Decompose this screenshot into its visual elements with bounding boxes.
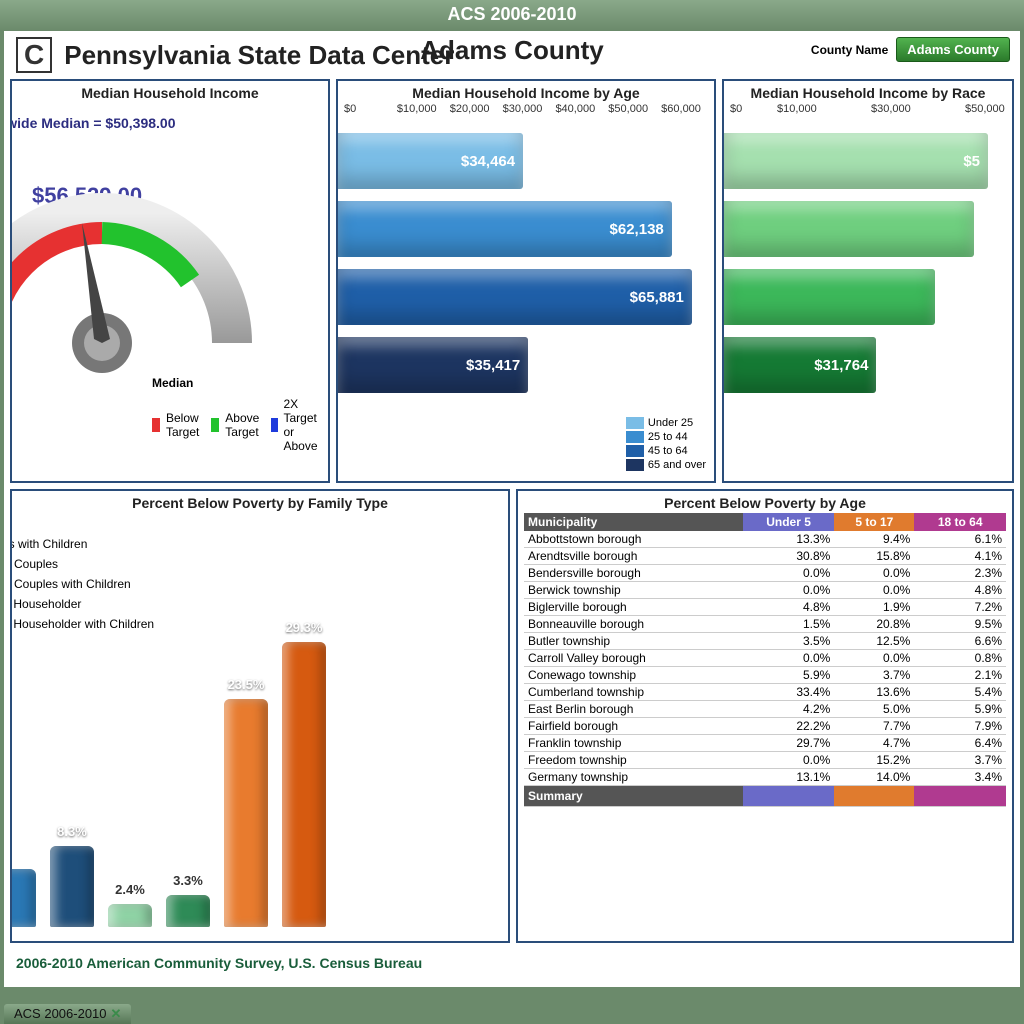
bottom-row: Percent Below Poverty by Family Type Fam… xyxy=(4,489,1020,949)
table-row[interactable]: Berwick township0.0%0.0%4.8% xyxy=(524,582,1006,599)
age-bar-panel: Median Household Income by Age $0$10,000… xyxy=(336,79,716,483)
table-row[interactable]: Freedom township0.0%15.2%3.7% xyxy=(524,752,1006,769)
hbar: $62,138 xyxy=(338,201,672,257)
family-bar-area: 8.3% 2.4% 3.3% 23.5% 29.3% xyxy=(10,567,498,927)
table-row[interactable]: East Berlin borough4.2%5.0%5.9% xyxy=(524,701,1006,718)
hbar-row: $35,417 xyxy=(338,337,714,399)
table-row[interactable]: Franklin township29.7%4.7%6.4% xyxy=(524,735,1006,752)
footer-source: 2006-2010 American Community Survey, U.S… xyxy=(4,949,1020,977)
vbar-label: 2.4% xyxy=(115,882,145,897)
table-row[interactable]: Carroll Valley borough0.0%0.0%0.8% xyxy=(524,650,1006,667)
table-row[interactable]: Cumberland township33.4%13.6%5.4% xyxy=(524,684,1006,701)
race-axis-ticks: $0$10,000$30,000$50,000 xyxy=(724,103,1012,121)
summary-row: Summary xyxy=(524,786,1006,807)
vbar-label: 29.3% xyxy=(286,620,323,635)
hbar: $35,417 xyxy=(338,337,528,393)
hbar-row xyxy=(724,269,1012,331)
table-header[interactable]: 18 to 64 xyxy=(914,513,1006,531)
county-select-button[interactable]: Adams County xyxy=(896,37,1010,62)
race-bar-title: Median Household Income by Race xyxy=(724,81,1012,103)
state-median-label: Statewide Median = $50,398.00 xyxy=(10,115,176,131)
hbar-row: $31,764 xyxy=(724,337,1012,399)
hbar-row: $65,881 xyxy=(338,269,714,331)
hbar-row: $62,138 xyxy=(338,201,714,263)
age-legend-item: Under 25 xyxy=(626,417,706,429)
race-bar-panel: Median Household Income by Race $0$10,00… xyxy=(722,79,1014,483)
hbar: $34,464 xyxy=(338,133,523,189)
table-row[interactable]: Arendtsville borough30.8%15.8%4.1% xyxy=(524,548,1006,565)
age-legend-item: 25 to 44 xyxy=(626,431,706,443)
age-legend-item: 45 to 64 xyxy=(626,445,706,457)
dashboard-frame: C Pennsylvania State Data Center Adams C… xyxy=(4,31,1020,987)
table-row[interactable]: Conewago township5.9%3.7%2.1% xyxy=(524,667,1006,684)
table-header[interactable]: Under 5 xyxy=(743,513,835,531)
table-row[interactable]: Bendersville borough0.0%0.0%2.3% xyxy=(524,565,1006,582)
table-row[interactable]: Abbottstown borough13.3%9.4%6.1% xyxy=(524,531,1006,548)
gauge-panel: Median Household Income Statewide Median… xyxy=(10,79,330,483)
vbar: 29.3% xyxy=(282,642,326,927)
hbar: $5 xyxy=(724,133,988,189)
gauge-icon xyxy=(10,153,262,373)
hbar xyxy=(724,201,974,257)
age-axis-ticks: $0$10,000$20,000$30,000$40,000$50,000$60… xyxy=(338,103,714,121)
gauge-legend-title: Median xyxy=(152,376,328,390)
age-bar-title: Median Household Income by Age xyxy=(338,81,714,103)
family-bar-title: Percent Below Poverty by Family Type xyxy=(12,491,508,513)
org-title: Pennsylvania State Data Center xyxy=(64,40,454,71)
age-bar-legend: Under 25 25 to 44 45 to 64 65 and over xyxy=(626,415,706,473)
table-row[interactable]: Butler township3.5%12.5%6.6% xyxy=(524,633,1006,650)
table-row[interactable]: Fairfield borough22.2%7.7%7.9% xyxy=(524,718,1006,735)
logo: C xyxy=(16,37,52,73)
hbar xyxy=(724,269,935,325)
table-header[interactable]: Municipality xyxy=(524,513,743,531)
county-select-label: County Name xyxy=(811,43,888,57)
table-row[interactable]: Bonneauville borough1.5%20.8%9.5% xyxy=(524,616,1006,633)
bottom-tab-label: ACS 2006-2010 xyxy=(14,1006,107,1021)
top-bar: ACS 2006-2010 xyxy=(0,0,1024,31)
hbar: $65,881 xyxy=(338,269,692,325)
table-header[interactable]: 5 to 17 xyxy=(834,513,914,531)
table-row[interactable]: Germany township13.1%14.0%3.4% xyxy=(524,769,1006,786)
county-title: Adams County xyxy=(420,35,603,66)
gauge-legend-item: Below Target xyxy=(152,411,205,439)
hbar-row: $5 xyxy=(724,133,1012,195)
bottom-tab[interactable]: ACS 2006-2010 ✕ xyxy=(4,1004,131,1024)
poverty-table-title: Percent Below Poverty by Age xyxy=(518,491,1012,513)
gauge-title: Median Household Income xyxy=(12,81,328,103)
vbar: 2.4% xyxy=(108,904,152,927)
hbar: $31,764 xyxy=(724,337,876,393)
vbar: 8.3% xyxy=(50,846,94,927)
close-icon[interactable]: ✕ xyxy=(111,1006,122,1021)
vbar-label: 23.5% xyxy=(228,677,265,692)
vbar: 23.5% xyxy=(224,699,268,927)
top-title: ACS 2006-2010 xyxy=(447,4,576,24)
table-row[interactable]: Biglerville borough4.8%1.9%7.2% xyxy=(524,599,1006,616)
vbar-label: 8.3% xyxy=(57,824,87,839)
gauge-legend-item: Above Target xyxy=(211,411,265,439)
age-legend-item: 65 and over xyxy=(626,459,706,471)
family-bar-panel: Percent Below Poverty by Family Type Fam… xyxy=(10,489,510,943)
header: C Pennsylvania State Data Center Adams C… xyxy=(4,31,1020,79)
county-selector: County Name Adams County xyxy=(811,37,1010,62)
vbar: 3.3% xyxy=(166,895,210,927)
hbar-row: $34,464 xyxy=(338,133,714,195)
gauge-legend: Median Below TargetAbove Target2X Target… xyxy=(152,373,328,459)
vbar-label: 3.3% xyxy=(173,873,203,888)
top-row: Median Household Income Statewide Median… xyxy=(4,79,1020,489)
poverty-table-panel: Percent Below Poverty by Age Municipalit… xyxy=(516,489,1014,943)
family-legend-item: Families with Children xyxy=(10,537,154,551)
hbar-row xyxy=(724,201,1012,263)
poverty-table: MunicipalityUnder 55 to 1718 to 64 Abbot… xyxy=(524,513,1006,807)
vbar xyxy=(10,869,36,927)
gauge-legend-item: 2X Target or Above xyxy=(271,397,328,453)
